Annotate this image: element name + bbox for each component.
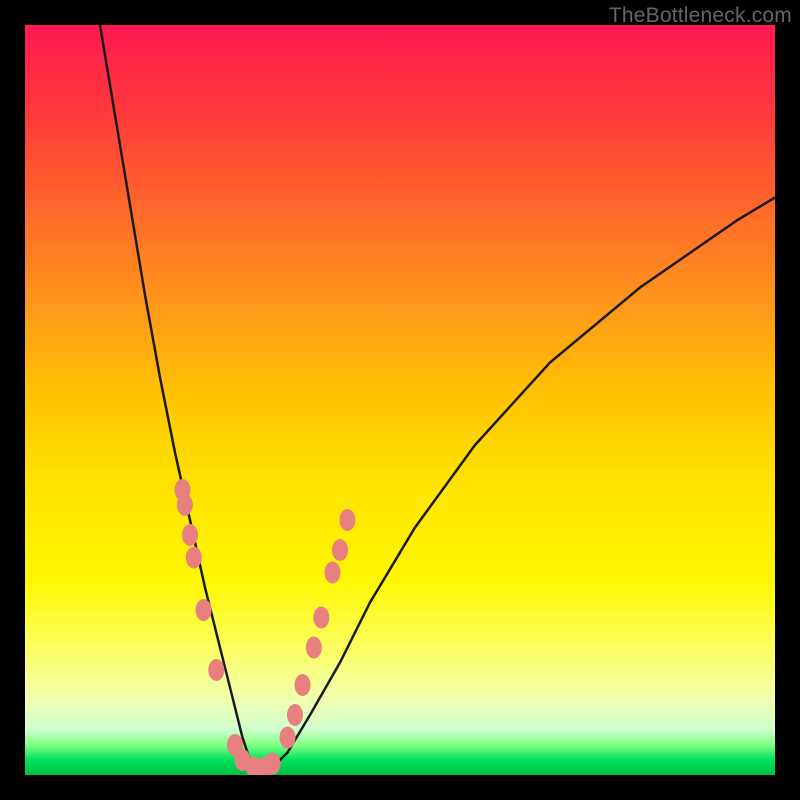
curve-svg <box>25 25 775 775</box>
data-marker <box>340 509 356 531</box>
plot-area <box>25 25 775 775</box>
data-marker <box>196 599 212 621</box>
data-marker <box>295 674 311 696</box>
data-marker <box>280 727 296 749</box>
data-marker <box>306 637 322 659</box>
data-marker <box>186 547 202 569</box>
bottleneck-curve <box>100 25 775 768</box>
data-marker <box>313 607 329 629</box>
marker-group <box>175 479 356 775</box>
data-marker <box>177 494 193 516</box>
data-marker <box>287 704 303 726</box>
data-marker <box>182 524 198 546</box>
data-marker <box>332 539 348 561</box>
data-marker <box>265 753 281 775</box>
data-marker <box>208 659 224 681</box>
data-marker <box>325 562 341 584</box>
chart-container: TheBottleneck.com <box>0 0 800 800</box>
